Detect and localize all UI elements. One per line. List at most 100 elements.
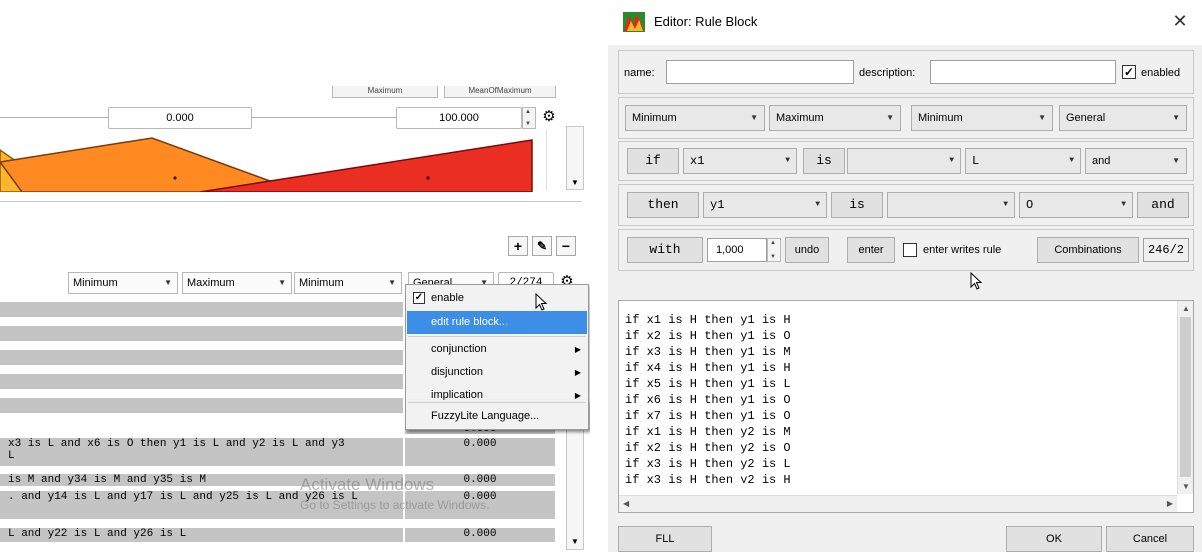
range-min-field[interactable]: 0.000	[108, 107, 252, 129]
combo-value: x1	[690, 154, 705, 168]
then-variable-combo[interactable]: y1 ▼	[703, 192, 827, 218]
chevron-down-icon: ▼	[1121, 200, 1126, 209]
menu-item-conjunction[interactable]: conjunction ▶	[407, 338, 587, 361]
operators-group: Minimum ▼ Maximum ▼ Minimum ▼ General ▼	[618, 97, 1194, 139]
rule-line: if x3 is H then y2 is L	[625, 457, 791, 471]
combo-value: y1	[710, 198, 725, 212]
background-window: Maximum MeanOfMaximum 0.000 100.000 ⚙ ▼ …	[0, 0, 590, 552]
combo-value: General	[1066, 112, 1106, 124]
conjunction-combo[interactable]: Minimum ▼	[68, 272, 178, 294]
implication-combo[interactable]: Minimum ▼	[294, 272, 402, 294]
conjunction-combo[interactable]: Minimum ▼	[625, 105, 765, 131]
close-icon[interactable]: ✕	[1168, 9, 1192, 33]
disjunction-combo[interactable]: Maximum ▼	[182, 272, 292, 294]
app-logo-icon	[623, 12, 645, 32]
combo-value: Maximum	[776, 112, 824, 124]
membership-plot	[0, 137, 533, 192]
menu-item-disjunction[interactable]: disjunction ▶	[407, 361, 587, 384]
enter-button[interactable]: enter	[847, 237, 895, 263]
table-row[interactable]: L and y22 is L and y26 is L	[0, 528, 403, 542]
menu-item-edit-rule-block[interactable]: edit rule block...	[407, 311, 587, 334]
table-row[interactable]	[0, 302, 403, 317]
mf-point	[426, 176, 430, 180]
rule-line: if x6 is H then y1 is O	[625, 393, 791, 407]
rules-editor[interactable]: if x1 is H then y1 is H if x2 is H then …	[618, 300, 1194, 513]
weight-spinbox[interactable]: 1,000	[707, 238, 767, 262]
name-input[interactable]	[666, 60, 854, 84]
then-and-button[interactable]: and	[1137, 192, 1189, 218]
remove-rule-block-button[interactable]: −	[556, 236, 576, 256]
rule-block-editor-dialog: Editor: Rule Block ✕ name: description: …	[608, 0, 1202, 552]
weight-spinner[interactable]	[767, 238, 781, 262]
vertical-scrollbar[interactable]: ▲ ▼	[1177, 301, 1193, 494]
if-button[interactable]: if	[627, 148, 679, 174]
cancel-button[interactable]: Cancel	[1106, 526, 1194, 552]
menu-item-enable[interactable]: ✓ enable	[407, 287, 587, 310]
enter-writes-rule-checkbox[interactable]	[903, 243, 917, 257]
ok-button[interactable]: OK	[1006, 526, 1102, 552]
tab-mean-of-maximum[interactable]: MeanOfMaximum	[444, 86, 556, 98]
fll-button[interactable]: FLL	[618, 526, 712, 552]
menu-item-label: edit rule block...	[431, 316, 509, 328]
gear-icon[interactable]: ⚙	[538, 106, 560, 128]
chevron-down-icon: ▼	[785, 156, 790, 165]
menu-item-label: enable	[431, 292, 465, 304]
then-is-button[interactable]: is	[831, 192, 883, 218]
mouse-cursor-icon	[535, 293, 548, 311]
outer-scrollbar[interactable]: ▼	[566, 126, 584, 190]
if-term-combo[interactable]: L ▼	[965, 148, 1081, 174]
then-hedge-combo[interactable]: ▼	[887, 192, 1015, 218]
combo-value: O	[1026, 198, 1034, 212]
enabled-label: enabled	[1141, 67, 1181, 79]
table-row[interactable]	[0, 326, 403, 341]
plot-scrollbar[interactable]	[546, 130, 560, 190]
enter-writes-rule-label: enter writes rule	[923, 244, 1002, 256]
activation-combo[interactable]: General ▼	[1059, 105, 1187, 131]
edit-rule-block-button[interactable]: ✎	[532, 236, 552, 256]
table-row[interactable]	[0, 350, 403, 365]
with-button[interactable]: with	[627, 237, 703, 263]
menu-item-label: conjunction	[431, 343, 487, 355]
menu-item-fuzzylite-language[interactable]: FuzzyLite Language...	[407, 405, 587, 428]
range-max-field[interactable]: 100.000	[396, 107, 522, 129]
disjunction-combo[interactable]: Maximum ▼	[769, 105, 901, 131]
if-row-group: if x1 ▼ is ▼ L ▼ and ▼	[618, 141, 1194, 181]
name-group: name: description: ✓ enabled	[618, 50, 1194, 94]
then-button[interactable]: then	[627, 192, 699, 218]
value-cell: 0.000	[405, 438, 555, 466]
tab-maximum[interactable]: Maximum	[332, 86, 438, 98]
table-row[interactable]	[0, 398, 403, 413]
rule-line: if x5 is H then y1 is L	[625, 377, 791, 391]
horizontal-scrollbar[interactable]: ◀ ▶	[619, 495, 1177, 512]
table-row[interactable]	[0, 374, 403, 389]
if-is-button[interactable]: is	[803, 148, 845, 174]
mf-point	[173, 176, 177, 180]
combo-value: Minimum	[632, 112, 677, 124]
scroll-down-icon: ▼	[1182, 482, 1190, 491]
range-max-spinner[interactable]	[522, 107, 536, 129]
menu-separator	[408, 402, 586, 403]
combo-value: L	[972, 154, 980, 168]
rule-line: if x2 is H then y1 is O	[625, 329, 791, 343]
if-connector-combo[interactable]: and ▼	[1085, 148, 1187, 174]
rule-line: if x2 is H then y2 is O	[625, 441, 791, 455]
combo-value: Minimum	[918, 112, 963, 124]
dialog-title: Editor: Rule Block	[654, 14, 758, 29]
then-term-combo[interactable]: O ▼	[1019, 192, 1133, 218]
enabled-checkbox[interactable]: ✓	[1122, 65, 1136, 79]
table-row[interactable]: x3 is L and x6 is O then y1 is L and y2 …	[0, 438, 403, 466]
then-row-group: then y1 ▼ is ▼ O ▼ and	[618, 184, 1194, 226]
if-hedge-combo[interactable]: ▼	[847, 148, 961, 174]
if-variable-combo[interactable]: x1 ▼	[683, 148, 797, 174]
menu-item-label: disjunction	[431, 366, 483, 378]
combo-value: and	[1092, 155, 1111, 167]
description-input[interactable]	[930, 60, 1116, 84]
scroll-up-icon: ▲	[1182, 304, 1190, 313]
add-rule-block-button[interactable]: +	[508, 236, 528, 256]
rule-counter: 246/2	[1143, 238, 1189, 262]
scroll-thumb[interactable]	[1180, 317, 1191, 477]
combo-value: Minimum	[299, 277, 344, 289]
undo-button[interactable]: undo	[785, 237, 829, 263]
combinations-button[interactable]: Combinations	[1037, 237, 1139, 263]
implication-combo[interactable]: Minimum ▼	[911, 105, 1053, 131]
